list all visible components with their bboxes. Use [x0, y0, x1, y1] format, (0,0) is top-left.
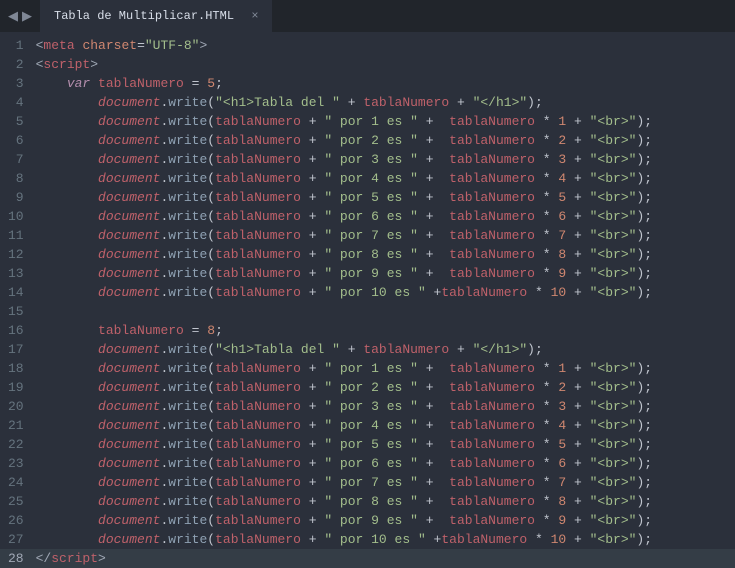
nav-back-icon[interactable]: ◀: [6, 9, 20, 24]
code-area[interactable]: <meta charset="UTF-8"><script> var tabla…: [36, 32, 735, 562]
tab-title: Tabla de Multiplicar.HTML: [54, 9, 234, 23]
tab-bar: ◀ ▶ Tabla de Multiplicar.HTML ×: [0, 0, 735, 32]
nav-forward-icon[interactable]: ▶: [20, 9, 34, 24]
nav-arrows: ◀ ▶: [0, 9, 40, 24]
line-gutter: 1234567891011121314151617181920212223242…: [0, 32, 36, 562]
close-icon[interactable]: ×: [248, 9, 262, 23]
editor: 1234567891011121314151617181920212223242…: [0, 32, 735, 562]
tab-active[interactable]: Tabla de Multiplicar.HTML ×: [40, 0, 272, 32]
